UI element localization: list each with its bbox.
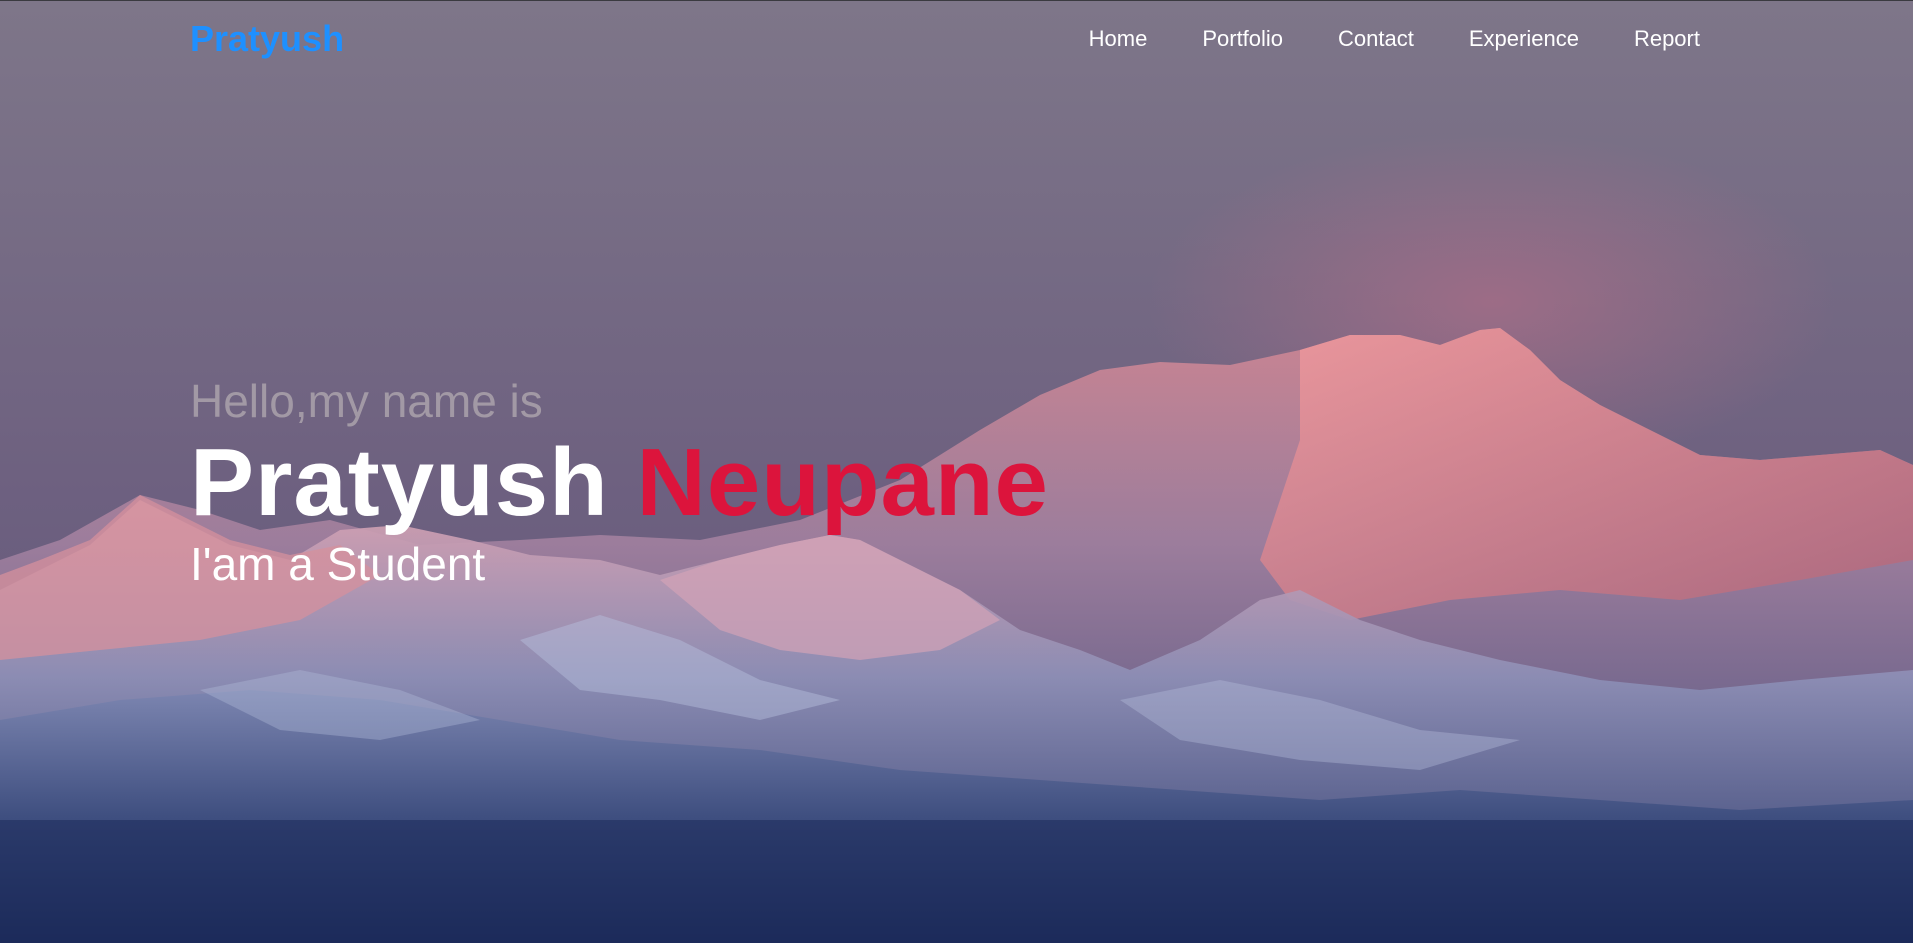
nav-link-report[interactable]: Report xyxy=(1634,25,1700,53)
nav-link-contact[interactable]: Contact xyxy=(1338,25,1414,53)
hero-role: I'am a Student xyxy=(190,538,486,590)
nav-links: Home Portfolio Contact Experience Report xyxy=(1034,25,1700,53)
nav-link-home[interactable]: Home xyxy=(1089,25,1148,53)
hero-text: Hello,my name is Pratyush Neupane I'am a… xyxy=(190,375,1049,591)
hero-name: Pratyush Neupane xyxy=(190,429,1049,537)
hero-section: Pratyush Home Portfolio Contact Experien… xyxy=(0,0,1913,943)
navbar: Pratyush Home Portfolio Contact Experien… xyxy=(0,0,1913,78)
hero-last-name: Neupane xyxy=(636,429,1049,536)
greeting-text: Hello,my name is xyxy=(190,375,543,427)
nav-link-portfolio[interactable]: Portfolio xyxy=(1202,25,1283,53)
brand-logo-link[interactable]: Pratyush xyxy=(190,18,344,60)
hero-first-name: Pratyush xyxy=(190,429,609,536)
nav-link-experience[interactable]: Experience xyxy=(1469,25,1579,53)
